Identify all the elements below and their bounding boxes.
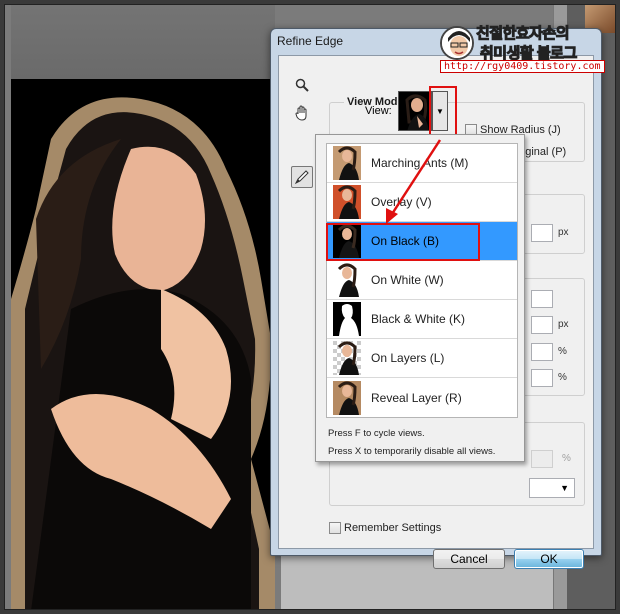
avatar <box>440 26 474 60</box>
watermark-url: http://rgy0409.tistory.com <box>440 60 605 73</box>
watermark-line1: 친절한효자손의 <box>475 25 570 43</box>
blog-watermark: 친절한효자손의 취미생활 블로그 http://rgy0409.tistory.… <box>440 22 605 78</box>
annotation-arrow-icon <box>386 139 442 224</box>
